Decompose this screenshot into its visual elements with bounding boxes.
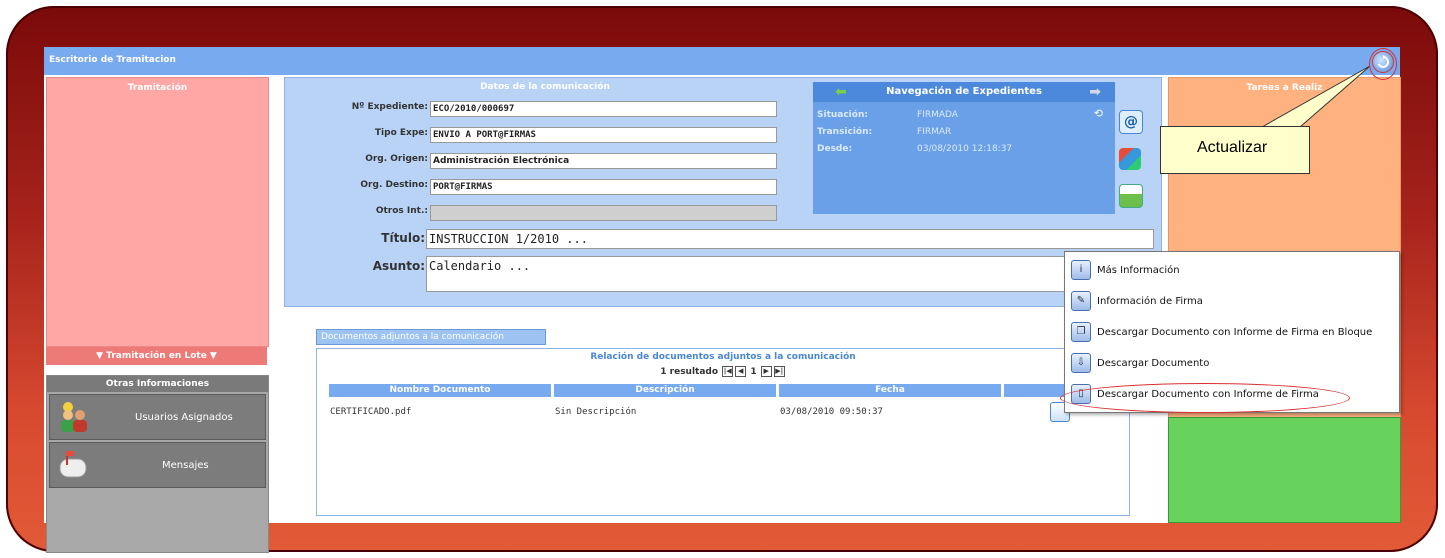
tipo-expe-field[interactable]: ENVIO A PORT@FIRMAS [430,127,777,143]
usuarios-asignados-label: Usuarios Asignados [135,412,233,423]
desde-label: Desde: [817,144,853,154]
field-label: Nº Expediente: [351,102,428,112]
titulo-label: Título: [381,231,425,245]
mailbox-icon [59,451,87,478]
callout-text: Actualizar [1197,139,1268,156]
field-label: Org. Origen: [365,154,428,164]
documentos-title: Relación de documentos adjuntos a la com… [590,352,856,362]
asunto-row: Asunto: [285,259,425,275]
menu-item-descargar-documento[interactable]: ⇩ Descargar Documento [1071,353,1209,375]
transicion-value: FIRMAR [917,127,952,137]
doc-nombre[interactable]: CERTIFICADO.pdf [330,407,411,417]
info-icon: i [1071,260,1091,280]
shapes-icon[interactable] [1119,148,1141,170]
column-header[interactable]: Descripción [554,384,776,397]
download-icon: ⇩ [1071,353,1091,373]
situacion-label: Situación: [817,110,868,120]
org-origen-field[interactable]: Administración Electrónica [430,153,777,169]
field-row: Tipo Expe: [285,128,428,142]
tramitacion-lote-toggle[interactable]: ▼ Tramitación en Lote ▼ [46,347,267,365]
expediente-field[interactable]: ECO/2010/000697 [430,101,777,117]
field-row: Nº Expediente: [285,102,428,116]
menu-item-mas-informacion[interactable]: i Más Información [1071,260,1180,282]
asunto-label: Asunto: [372,259,425,273]
results-count: 1 resultado [660,367,719,377]
mensajes-button[interactable]: Mensajes [49,442,266,488]
action-icons: @ [1119,110,1147,222]
field-row: Otros Int.: [285,206,428,220]
otras-header: Otras Informaciones [47,376,268,392]
field-label: Org. Destino: [360,180,428,190]
desde-value: 03/08/2010 12:18:37 [917,144,1013,154]
prev-page-icon[interactable]: ◀ [735,366,747,377]
next-page-icon[interactable]: ▶ [760,366,772,377]
menu-item-label: Descargar Documento [1097,358,1210,369]
documentos-panel: Relación de documentos adjuntos a la com… [316,348,1130,516]
window-title: Escritorio de Tramitacion [49,55,176,65]
field-label: Tipo Expe: [374,128,428,138]
mensajes-label: Mensajes [162,460,209,471]
column-header[interactable]: Fecha [779,384,1001,397]
navegacion-panel: ⬅ Navegación de Expedientes ➡ ⟲ Situació… [813,82,1115,214]
left-column: Tramitación ▼ Tramitación en Lote ▼ Otra… [46,77,269,553]
menu-item-informacion-firma[interactable]: ✎ Información de Firma [1071,291,1203,313]
last-page-icon[interactable]: ▶| [773,366,785,377]
usuarios-asignados-button[interactable]: Usuarios Asignados [49,394,266,440]
org-destino-field[interactable]: PORT@FIRMAS [430,179,777,195]
datos-comunicacion-panel: Datos de la comunicación Nº Expediente: … [284,77,1162,307]
menu-highlight [1060,383,1350,413]
field-row: Org. Destino: [285,180,428,194]
tramitacion-panel: Tramitación [46,77,269,347]
pagination: 1 resultado |◀ ◀ 1 ▶ ▶| [317,366,1129,377]
menu-item-label: Más Información [1097,265,1180,276]
nav-back-icon[interactable]: ⬅ [835,82,847,102]
navegacion-title: Navegación de Expedientes [886,86,1042,97]
status-panel [1168,417,1401,523]
first-page-icon[interactable]: |◀ [722,366,734,377]
email-icon[interactable]: @ [1119,110,1143,134]
documents-icon: ❐ [1071,322,1091,342]
tab-documentos-adjuntos[interactable]: Documentos adjuntos a la comunicación [316,329,546,345]
transicion-row: Transición: FIRMAR [817,127,951,137]
titulo-field[interactable]: INSTRUCCION 1/2010 ... [426,229,1154,249]
doc-fecha: 03/08/2010 09:50:37 [780,407,883,417]
actualizar-callout: Actualizar [1160,126,1310,174]
refresh-highlight [1369,48,1397,80]
navegacion-header: ⬅ Navegación de Expedientes ➡ [813,82,1115,102]
titulo-row: Título: [285,231,425,247]
field-label: Otros Int.: [375,206,428,216]
otros-int-field[interactable] [430,205,777,221]
situacion-value: FIRMADA [917,110,958,120]
tramitacion-header: Tramitación [127,83,188,93]
signature-icon: ✎ [1071,291,1091,311]
otras-informaciones-panel: Otras Informaciones Usuarios Asignados M… [46,375,269,553]
menu-item-label: Descargar Documento con Informe de Firma… [1097,327,1373,338]
doc-descripcion: Sin Descripción [555,407,637,417]
tareas-header: Tareas a Realiz [1246,83,1323,93]
print-icon[interactable] [1119,184,1143,208]
users-icon [61,402,87,432]
transicion-label: Transición: [817,127,873,137]
title-bar: Escritorio de Tramitacion [44,47,1400,75]
column-header[interactable]: Nombre Documento [329,384,551,397]
menu-item-descargar-bloque[interactable]: ❐ Descargar Documento con Informe de Firm… [1071,322,1372,344]
desde-row: Desde: 03/08/2010 12:18:37 [817,144,1012,154]
situacion-row: Situación: FIRMADA [817,110,958,120]
nav-forward-icon[interactable]: ➡ [1089,82,1101,102]
asunto-field[interactable]: Calendario ... [426,256,1154,292]
page-number: 1 [750,367,757,377]
nav-reload-icon[interactable]: ⟲ [1094,107,1103,120]
datos-header: Datos de la comunicación [480,82,610,92]
menu-item-label: Información de Firma [1097,296,1203,307]
field-row: Org. Origen: [285,154,428,168]
